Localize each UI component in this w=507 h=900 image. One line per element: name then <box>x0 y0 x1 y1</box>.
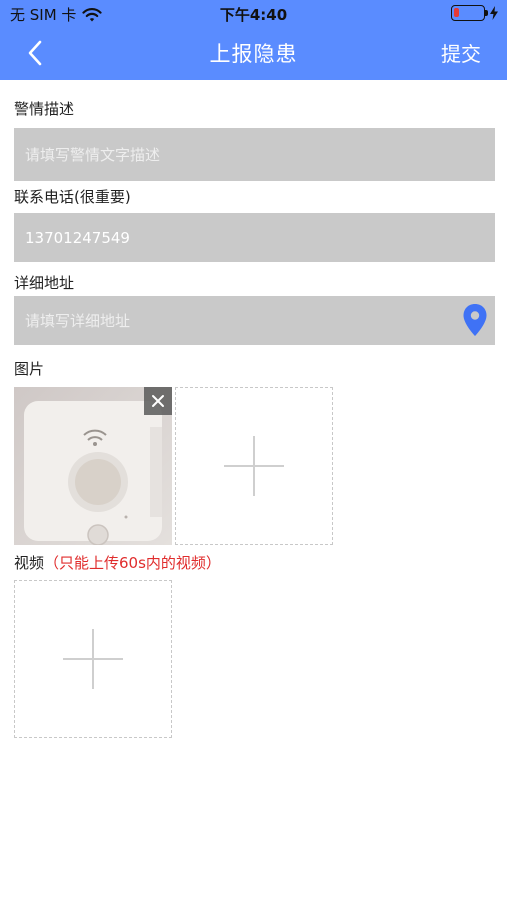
battery-icon <box>451 5 488 21</box>
nav-bar: 上报隐患 提交 <box>0 26 507 80</box>
plus-icon <box>224 436 284 496</box>
remove-photo-button[interactable] <box>144 387 172 415</box>
video-label: 视频（只能上传60s内的视频） <box>14 552 221 573</box>
status-bar: 无 SIM 卡 下午4:40 <box>0 0 507 26</box>
submit-button[interactable]: 提交 <box>441 38 481 67</box>
status-right <box>451 5 499 21</box>
address-label: 详细地址 <box>14 274 75 292</box>
phone-label: 联系电话(很重要) <box>14 188 131 206</box>
status-time: 下午4:40 <box>219 6 288 24</box>
phone-input[interactable] <box>14 213 495 262</box>
battery-level <box>454 8 459 17</box>
address-input[interactable] <box>14 296 495 345</box>
header: 无 SIM 卡 下午4:40 上报隐患 提交 <box>0 0 507 80</box>
location-pin-icon[interactable] <box>462 303 488 337</box>
add-photo-button[interactable] <box>175 387 333 545</box>
plus-icon <box>63 629 123 689</box>
video-label-text: 视频 <box>14 554 45 572</box>
add-video-button[interactable] <box>14 580 172 738</box>
description-label: 警情描述 <box>14 100 75 118</box>
charging-bolt-icon <box>490 6 498 20</box>
description-input[interactable] <box>14 128 495 181</box>
close-icon <box>152 395 164 407</box>
images-label: 图片 <box>14 360 45 378</box>
battery-cap <box>485 10 488 16</box>
page-title: 上报隐患 <box>209 42 298 66</box>
video-note: （只能上传60s内的视频） <box>44 554 221 572</box>
